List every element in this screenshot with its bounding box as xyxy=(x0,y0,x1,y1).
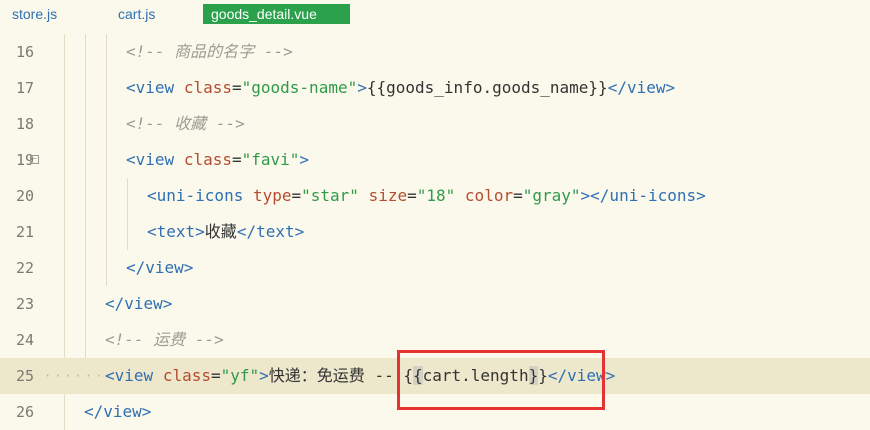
line-number: 20 xyxy=(15,187,34,205)
code-line: 17 <view class="goods-name">{{goods_info… xyxy=(0,70,870,106)
code-line: 20 <uni-icons type="star" size="18" colo… xyxy=(0,178,870,214)
code-text: <uni-icons type="star" size="18" color="… xyxy=(147,186,706,205)
code-line: 18 <!-- 收藏 --> xyxy=(0,106,870,142)
code-line: 19 − <view class="favi"> xyxy=(0,142,870,178)
code-text: <text>收藏</text> xyxy=(147,222,305,241)
line-number: 25 xyxy=(15,367,34,385)
line-number: 17 xyxy=(15,79,34,97)
line-number: 21 xyxy=(15,223,34,241)
line-number: 18 xyxy=(15,115,34,133)
comment: <!-- 收藏 --> xyxy=(126,114,245,133)
fold-toggle-icon[interactable]: − xyxy=(30,155,39,164)
code-text: </view> xyxy=(84,402,152,421)
code-text: </view> xyxy=(126,258,194,277)
comment: <!-- 商品的名字 --> xyxy=(126,42,293,61)
tab-cart-js[interactable]: cart.js xyxy=(118,4,155,24)
tab-goods-detail-vue[interactable]: goods_detail.vue xyxy=(203,4,350,24)
comment: <!-- 运费 --> xyxy=(105,330,224,349)
line-number: 19 xyxy=(15,151,34,169)
code-line: 22 </view> xyxy=(0,250,870,286)
line-number: 22 xyxy=(15,259,34,277)
code-text: <view class="goods-name">{{goods_info.go… xyxy=(126,78,676,97)
line-number: 23 xyxy=(15,295,34,313)
annotation-highlight-box xyxy=(397,350,605,410)
line-number: 16 xyxy=(15,43,34,61)
line-number: 26 xyxy=(15,403,34,421)
code-text: </view> xyxy=(105,294,173,313)
line-number: 24 xyxy=(15,331,34,349)
code-line: 21 <text>收藏</text> xyxy=(0,214,870,250)
code-line: 16 <!-- 商品的名字 --> xyxy=(0,34,870,70)
code-text: <view class="favi"> xyxy=(126,150,310,169)
code-line: 23 </view> xyxy=(0,286,870,322)
tab-store-js[interactable]: store.js xyxy=(12,4,57,24)
editor-tab-bar: store.js cart.js goods_detail.vue xyxy=(0,0,870,29)
